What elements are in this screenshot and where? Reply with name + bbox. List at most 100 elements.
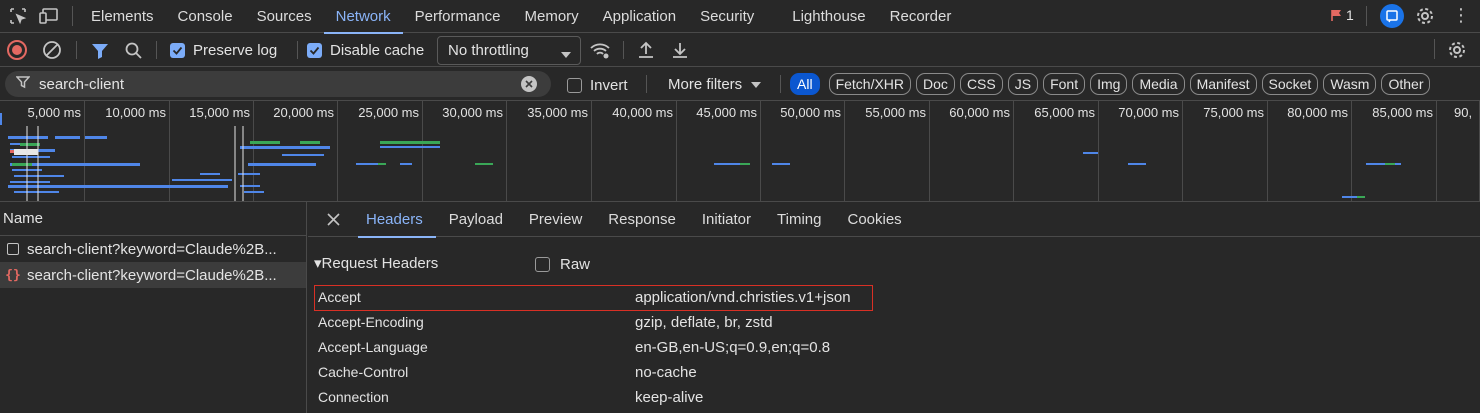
details-tab-preview[interactable]: Preview bbox=[516, 202, 595, 237]
divider bbox=[76, 41, 77, 59]
divider bbox=[1434, 39, 1435, 59]
clear-log-icon[interactable] bbox=[42, 40, 62, 64]
settings-gear-icon[interactable] bbox=[1414, 5, 1436, 31]
checkbox-box bbox=[535, 257, 550, 272]
request-rows: search-client?keyword=Claude%2B... {} sear… bbox=[0, 236, 306, 288]
details-tab-initiator[interactable]: Initiator bbox=[689, 202, 764, 237]
throttling-value: No throttling bbox=[448, 42, 529, 59]
filter-pill-other[interactable]: Other bbox=[1381, 73, 1431, 95]
tab-recorder[interactable]: Recorder bbox=[878, 0, 964, 33]
more-filters-label: More filters bbox=[668, 76, 743, 93]
tab-lighthouse[interactable]: Lighthouse bbox=[780, 0, 877, 33]
fetch-request-icon: {} bbox=[5, 267, 21, 283]
dropdown-arrow-icon bbox=[561, 46, 571, 63]
more-options-icon[interactable]: ⋮ bbox=[1452, 6, 1470, 24]
panel-tabs: Elements Console Sources Network Performance… bbox=[79, 0, 964, 34]
details-tabs: Headers Payload Preview Response Initiator Ti… bbox=[358, 202, 915, 238]
divider bbox=[297, 41, 298, 59]
network-toolbar: Preserve log Disable cache No throttling bbox=[0, 33, 1480, 67]
disable-cache-label: Disable cache bbox=[330, 42, 425, 59]
request-name: search-client?keyword=Claude%2B... bbox=[27, 266, 277, 284]
filter-pill-js[interactable]: JS bbox=[1007, 73, 1039, 95]
tab-performance[interactable]: Performance bbox=[403, 0, 513, 33]
header-row-accept: Accept application/vnd.christies.v1+json bbox=[308, 285, 1480, 311]
import-har-icon[interactable] bbox=[636, 40, 656, 64]
header-value: keep-alive bbox=[635, 389, 704, 406]
network-settings-gear-icon[interactable] bbox=[1446, 39, 1468, 65]
tab-security[interactable]: Security bbox=[688, 0, 766, 33]
filter-icon[interactable] bbox=[90, 41, 110, 65]
filter-pill-doc[interactable]: Doc bbox=[916, 73, 955, 95]
tab-console[interactable]: Console bbox=[166, 0, 245, 33]
filter-pill-manifest[interactable]: Manifest bbox=[1189, 73, 1257, 95]
tab-divider bbox=[72, 6, 73, 26]
tab-network[interactable]: Network bbox=[323, 0, 403, 34]
filter-pill-all[interactable]: All bbox=[790, 73, 820, 95]
header-name: Accept bbox=[318, 289, 361, 305]
header-row-cache-control: Cache-Control no-cache bbox=[308, 360, 1480, 385]
tab-memory[interactable]: Memory bbox=[513, 0, 591, 33]
details-tab-cookies[interactable]: Cookies bbox=[834, 202, 914, 237]
tab-elements[interactable]: Elements bbox=[79, 0, 166, 33]
header-name: Accept-Language bbox=[318, 339, 428, 355]
tab-application[interactable]: Application bbox=[591, 0, 688, 33]
issues-count: 1 bbox=[1346, 7, 1354, 23]
header-value: gzip, deflate, br, zstd bbox=[635, 314, 773, 331]
request-headers-section-toggle[interactable]: ▾Request Headers bbox=[314, 254, 438, 272]
header-row-connection: Connection keep-alive bbox=[308, 385, 1480, 410]
name-column-label: Name bbox=[3, 210, 44, 227]
filter-pill-img[interactable]: Img bbox=[1090, 73, 1128, 95]
filter-input[interactable]: search-client bbox=[5, 71, 551, 97]
checkmark-icon bbox=[170, 43, 185, 58]
throttling-select[interactable]: No throttling bbox=[437, 36, 581, 65]
header-value: no-cache bbox=[635, 364, 697, 381]
invert-checkbox[interactable]: Invert bbox=[567, 77, 628, 94]
inspect-element-icon[interactable] bbox=[7, 5, 29, 27]
close-details-icon[interactable] bbox=[308, 202, 358, 237]
search-icon[interactable] bbox=[124, 41, 143, 64]
details-tab-payload[interactable]: Payload bbox=[436, 202, 516, 237]
name-column-header[interactable]: Name bbox=[0, 202, 306, 236]
divider bbox=[156, 41, 157, 59]
filter-pill-wasm[interactable]: Wasm bbox=[1323, 73, 1377, 95]
devtools-tab-bar: Elements Console Sources Network Performance… bbox=[0, 0, 1480, 34]
filter-funnel-icon bbox=[15, 75, 31, 93]
network-conditions-icon[interactable] bbox=[589, 41, 611, 65]
checkmark-icon bbox=[307, 43, 322, 58]
request-row[interactable]: {} search-client?keyword=Claude%2B... bbox=[0, 262, 306, 288]
details-tab-headers[interactable]: Headers bbox=[358, 202, 436, 238]
checkbox-box bbox=[567, 78, 582, 93]
divider bbox=[646, 75, 647, 93]
device-toolbar-icon[interactable] bbox=[38, 5, 60, 27]
tab-sources[interactable]: Sources bbox=[245, 0, 324, 33]
filter-pill-fetch-xhr[interactable]: Fetch/XHR bbox=[828, 73, 912, 95]
issues-counter[interactable]: 1 bbox=[1330, 7, 1354, 23]
header-row-accept-encoding: Accept-Encoding gzip, deflate, br, zstd bbox=[308, 310, 1480, 335]
clear-filter-icon[interactable] bbox=[521, 76, 537, 92]
divider bbox=[1366, 6, 1367, 26]
disable-cache-checkbox[interactable]: Disable cache bbox=[307, 42, 424, 59]
request-row[interactable]: search-client?keyword=Claude%2B... bbox=[0, 236, 306, 262]
filter-pill-socket[interactable]: Socket bbox=[1261, 73, 1319, 95]
divider bbox=[780, 75, 781, 93]
details-tab-timing[interactable]: Timing bbox=[764, 202, 834, 237]
details-tab-response[interactable]: Response bbox=[595, 202, 689, 237]
preserve-log-label: Preserve log bbox=[193, 42, 278, 59]
invert-label: Invert bbox=[590, 77, 628, 94]
header-value: en-GB,en-US;q=0.9,en;q=0.8 bbox=[635, 339, 831, 356]
network-overview-timeline[interactable]: 5,000 ms 10,000 ms 15,000 ms 20,000 ms 25,00… bbox=[0, 101, 1480, 202]
filter-input-value: search-client bbox=[39, 75, 125, 93]
ai-assistance-icon[interactable] bbox=[1380, 4, 1404, 28]
export-har-icon[interactable] bbox=[670, 40, 690, 64]
resource-type-filters: All Fetch/XHR Doc CSS JS Font Img Media Manifest… bbox=[790, 73, 1435, 95]
raw-label: Raw bbox=[560, 256, 591, 273]
preserve-log-checkbox[interactable]: Preserve log bbox=[170, 42, 277, 59]
divider bbox=[623, 41, 624, 59]
header-name: Connection bbox=[318, 389, 389, 405]
more-filters-dropdown[interactable]: More filters bbox=[668, 76, 762, 93]
raw-headers-checkbox[interactable]: Raw bbox=[535, 256, 590, 273]
filter-pill-css[interactable]: CSS bbox=[959, 73, 1003, 95]
filter-pill-media[interactable]: Media bbox=[1132, 73, 1185, 95]
filter-pill-font[interactable]: Font bbox=[1043, 73, 1086, 95]
record-stop-icon[interactable] bbox=[7, 40, 27, 60]
